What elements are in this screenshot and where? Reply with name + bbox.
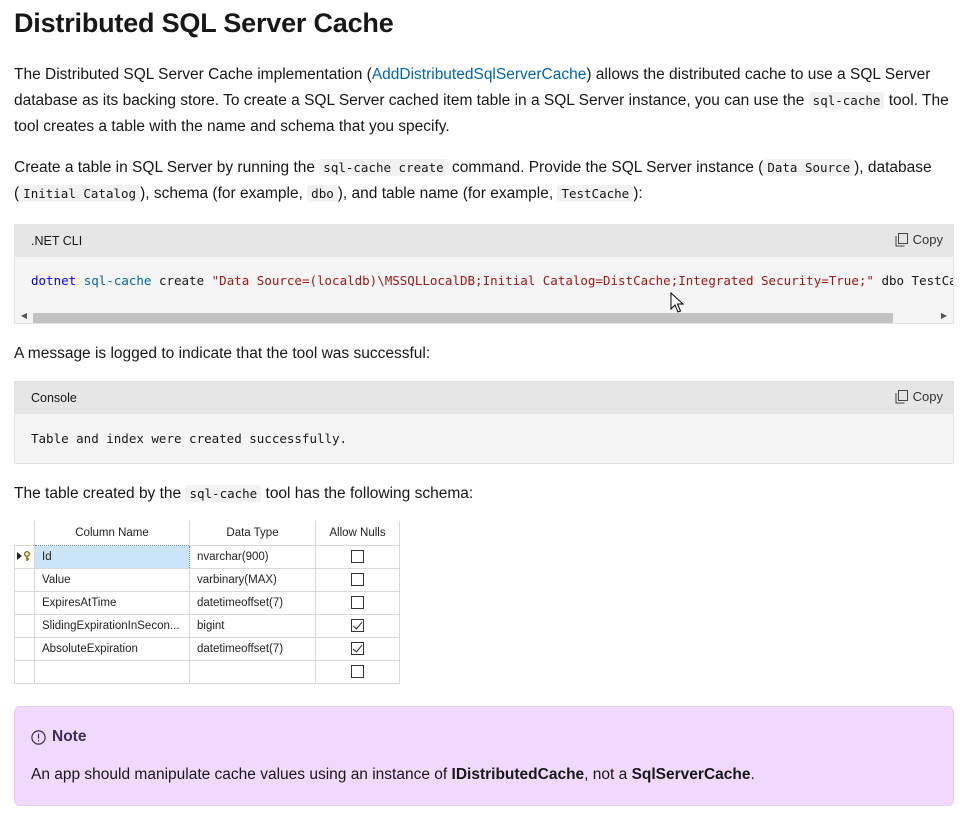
note-text: . xyxy=(750,766,755,783)
code-arguments: dbo TestCache xyxy=(881,273,953,288)
paragraph-text: ): xyxy=(633,185,643,202)
allow-nulls-checkbox xyxy=(351,573,364,586)
table-row: Value varbinary(MAX) xyxy=(14,567,400,591)
data-type-cell: datetimeoffset(7) xyxy=(189,636,316,660)
row-selector xyxy=(14,613,35,637)
copy-icon xyxy=(895,389,908,403)
schema-table-image: Column Name Data Type Allow Nulls Id nva… xyxy=(14,521,400,684)
allow-nulls-checkbox xyxy=(351,550,364,563)
row-selector xyxy=(14,659,35,684)
copy-button[interactable]: Copy xyxy=(895,389,943,404)
scrollbar-thumb[interactable] xyxy=(33,313,893,323)
console-code-block: Console Copy Table and index were create… xyxy=(14,381,954,464)
page-title: Distributed SQL Server Cache xyxy=(14,8,394,38)
allow-nulls-checkbox xyxy=(351,596,364,609)
column-header: Allow Nulls xyxy=(315,521,400,545)
data-type-cell: nvarchar(900) xyxy=(189,544,316,568)
column-name-cell: Id xyxy=(34,544,190,569)
paragraph-text: ), and table name (for example, xyxy=(337,185,558,202)
note-text: An app should manipulate cache values us… xyxy=(31,766,452,783)
scroll-left-arrow-icon[interactable]: ◀ xyxy=(19,311,29,321)
note-body: An app should manipulate cache values us… xyxy=(31,766,755,784)
dotnet-cli-code-block: .NET CLI Copy dotnet sql-cache create "D… xyxy=(14,224,954,324)
column-name-cell: ExpiresAtTime xyxy=(34,590,190,614)
allow-nulls-checkbox xyxy=(351,642,364,655)
intro-text: The Distributed SQL Server Cache impleme… xyxy=(14,66,372,83)
table-row: AbsoluteExpiration datetimeoffset(7) xyxy=(14,636,400,660)
allow-nulls-cell xyxy=(315,590,400,614)
copy-icon xyxy=(895,232,908,246)
allow-nulls-checkbox xyxy=(351,619,364,632)
row-selector xyxy=(14,590,35,614)
data-type-cell: bigint xyxy=(189,613,316,637)
inline-code: TestCache xyxy=(557,185,634,202)
paragraph-text: ), schema (for example, xyxy=(140,185,308,202)
code-keyword: dotnet xyxy=(31,273,77,288)
cli-code: dotnet sql-cache create "Data Source=(lo… xyxy=(15,257,953,288)
allow-nulls-cell xyxy=(315,613,400,637)
table-row: Id nvarchar(900) xyxy=(14,544,400,569)
row-selector xyxy=(14,567,35,591)
paragraph-text: tool has the following schema: xyxy=(261,485,474,502)
paragraph-text: command. Provide the SQL Server instance… xyxy=(447,159,764,176)
row-selector xyxy=(14,544,35,568)
data-type-cell: datetimeoffset(7) xyxy=(189,590,316,614)
code-command: sql-cache xyxy=(83,273,152,288)
table-row: ExpiresAtTime datetimeoffset(7) xyxy=(14,590,400,614)
inline-code: sql-cache create xyxy=(319,159,448,176)
data-type-cell xyxy=(189,659,316,684)
data-type-cell: varbinary(MAX) xyxy=(189,567,316,591)
column-header: Column Name xyxy=(34,521,190,545)
column-name-cell: SlidingExpirationInSecon... xyxy=(34,613,190,637)
code-language-label: Console xyxy=(31,391,77,405)
row-selector-header xyxy=(14,521,35,545)
note-text: , not a xyxy=(584,766,632,783)
code-block-header: Console Copy xyxy=(15,382,953,414)
code-verb: create xyxy=(158,273,205,288)
column-name-cell: AbsoluteExpiration xyxy=(34,636,190,660)
copy-label: Copy xyxy=(912,389,943,404)
paragraph-text: The table created by the xyxy=(14,485,186,502)
inline-code: dbo xyxy=(307,185,338,202)
row-selector xyxy=(14,636,35,660)
note-bold-text: SqlServerCache xyxy=(631,766,751,783)
inline-code: Data Source xyxy=(763,159,855,176)
note-title-text: Note xyxy=(52,728,87,745)
inline-code: Initial Catalog xyxy=(19,185,141,202)
scroll-right-arrow-icon[interactable]: ▶ xyxy=(939,311,949,321)
create-table-paragraph: Create a table in SQL Server by running … xyxy=(14,155,954,207)
note-title: Note xyxy=(31,728,86,746)
column-name-cell xyxy=(34,659,190,684)
code-string: "Data Source=(localdb)\MSSQLLocalDB;Init… xyxy=(211,273,874,288)
primary-key-icon xyxy=(17,551,30,562)
code-language-label: .NET CLI xyxy=(31,234,83,248)
schema-paragraph: The table created by the sql-cache tool … xyxy=(14,481,954,507)
allow-nulls-cell xyxy=(315,636,400,660)
note-callout: Note An app should manipulate cache valu… xyxy=(14,706,954,806)
inline-code: sql-cache xyxy=(808,92,885,109)
message-paragraph: A message is logged to indicate that the… xyxy=(14,345,431,362)
intro-paragraph: The Distributed SQL Server Cache impleme… xyxy=(14,62,954,140)
allow-nulls-cell xyxy=(315,567,400,591)
copy-label: Copy xyxy=(912,232,943,247)
allow-nulls-cell xyxy=(315,659,400,684)
note-bold-text: IDistributedCache xyxy=(451,766,585,783)
add-distributed-sql-server-cache-link[interactable]: AddDistributedSqlServerCache xyxy=(372,66,587,83)
table-row: SlidingExpirationInSecon... bigint xyxy=(14,613,400,637)
code-block-header: .NET CLI Copy xyxy=(15,225,953,257)
paragraph-text: Create a table in SQL Server by running … xyxy=(14,159,320,176)
allow-nulls-cell xyxy=(315,544,400,568)
inline-code: sql-cache xyxy=(185,485,262,502)
info-icon xyxy=(31,729,46,745)
horizontal-scrollbar[interactable]: ◀ ▶ xyxy=(15,309,953,323)
copy-button[interactable]: Copy xyxy=(895,232,943,247)
column-header: Data Type xyxy=(189,521,316,545)
column-name-cell: Value xyxy=(34,567,190,591)
console-code: Table and index were created successfull… xyxy=(31,431,348,446)
mouse-cursor-icon xyxy=(670,292,684,313)
allow-nulls-checkbox xyxy=(351,665,364,678)
table-row xyxy=(14,659,400,684)
